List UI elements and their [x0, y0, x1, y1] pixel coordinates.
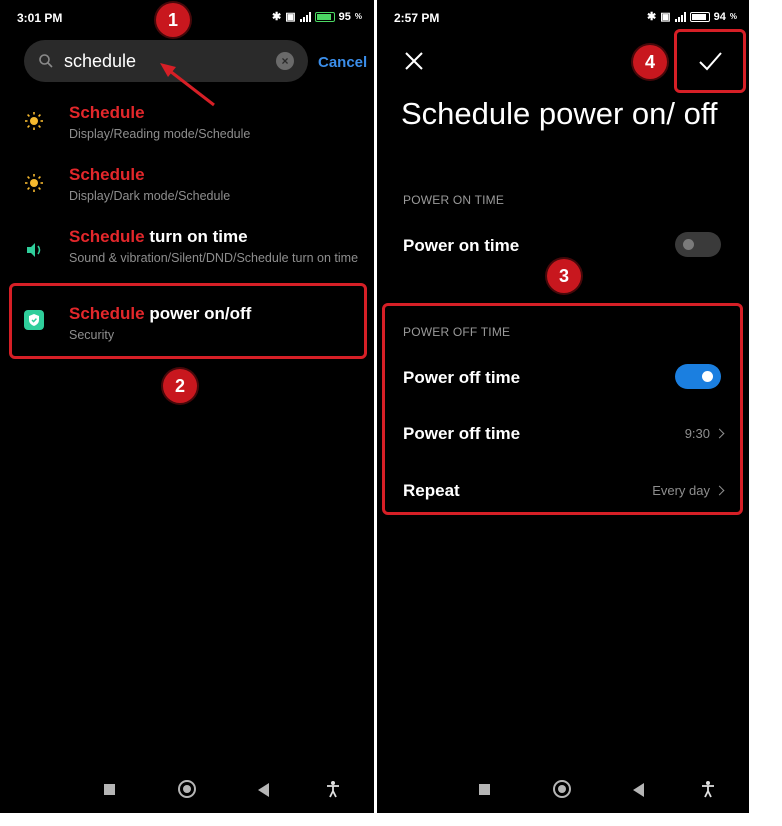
annotation-box-power-off: [382, 303, 743, 515]
battery-level: 95: [338, 10, 351, 23]
search-input[interactable]: schedule ×: [24, 40, 308, 82]
result-path: Sound & vibration/Silent/DND/Schedule tu…: [69, 251, 359, 265]
battery-icon: [689, 11, 710, 22]
annotation-step-2: 2: [163, 369, 197, 403]
status-time: 2:57 PM: [394, 11, 440, 25]
speaker-icon: [27, 243, 41, 257]
power-on-label: Power on time: [403, 236, 520, 255]
sun-icon: [25, 112, 43, 130]
annotation-step-3: 3: [547, 259, 581, 293]
signal-icon: [299, 11, 311, 22]
search-result[interactable]: Schedule Display/Dark mode/Schedule: [0, 165, 374, 215]
toggle-knob: [683, 239, 694, 250]
search-result[interactable]: Schedule turn on time Sound & vibration/…: [0, 227, 374, 281]
annotation-step-1: 1: [156, 3, 190, 37]
search-result[interactable]: Schedule Display/Reading mode/Schedule: [0, 103, 374, 153]
home-button[interactable]: [553, 780, 571, 798]
navigation-bar: [0, 775, 374, 805]
battery-icon: [314, 11, 335, 22]
recents-button[interactable]: [479, 784, 490, 795]
back-button[interactable]: [633, 783, 644, 797]
close-icon[interactable]: [403, 50, 425, 72]
cancel-button[interactable]: Cancel: [318, 54, 367, 71]
battery-level: 94: [713, 10, 726, 23]
clear-icon[interactable]: ×: [276, 52, 294, 70]
search-query: schedule: [64, 51, 137, 71]
signal-icon: [674, 11, 686, 22]
left-screen: 3:01 PM ✱ ▣ 95% schedule × Cancel Schedu…: [0, 0, 374, 813]
result-path: Display/Dark mode/Schedule: [69, 189, 231, 203]
recents-button[interactable]: [104, 784, 115, 795]
back-button[interactable]: [258, 783, 269, 797]
section-power-on: POWER ON TIME: [403, 193, 505, 207]
status-time: 3:01 PM: [17, 11, 63, 25]
hd-icon: ▣: [285, 11, 296, 23]
sun-icon: [25, 174, 43, 192]
result-title: Schedule turn on time: [69, 227, 248, 246]
power-on-toggle[interactable]: [675, 232, 721, 257]
accessibility-icon[interactable]: [325, 780, 341, 798]
result-title: Schedule: [69, 103, 145, 122]
annotation-box-result: [9, 283, 367, 359]
bluetooth-icon: ✱: [647, 11, 657, 23]
right-screen: 2:57 PM ✱ ▣ 94% Schedule power on/ off P…: [377, 0, 749, 813]
result-title: Schedule: [69, 165, 145, 184]
search-icon: [39, 54, 53, 68]
navigation-bar: [377, 775, 749, 805]
bluetooth-icon: ✱: [272, 11, 282, 23]
hd-icon: ▣: [660, 11, 671, 23]
annotation-box-confirm: [674, 29, 746, 93]
annotation-step-4: 4: [633, 45, 667, 79]
accessibility-icon[interactable]: [700, 780, 716, 798]
result-path: Display/Reading mode/Schedule: [69, 127, 251, 141]
home-button[interactable]: [178, 780, 196, 798]
page-title: Schedule power on/ off: [401, 96, 718, 131]
